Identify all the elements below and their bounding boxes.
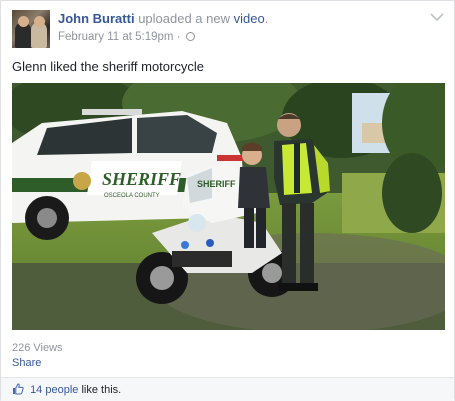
meta-separator: ·	[176, 31, 181, 43]
likes-summary: 14 people like this.	[12, 383, 121, 396]
post-header: John Buratti uploaded a new video. Febru…	[12, 10, 444, 48]
video-link[interactable]: video	[234, 11, 265, 26]
view-count: 226 Views	[12, 342, 63, 354]
likes-suffix: like this.	[81, 384, 122, 396]
likes-count-link[interactable]: 14 people	[30, 384, 78, 396]
vehicle-subtext: OSCEOLA COUNTY	[104, 193, 160, 199]
post-action-text: uploaded a new	[138, 11, 230, 26]
post-caption: Glenn liked the sheriff motorcycle	[12, 59, 204, 74]
headline-period: .	[264, 11, 269, 26]
post-card: John Buratti uploaded a new video. Febru…	[0, 0, 455, 401]
timestamp-link[interactable]: February 11 at 5:19pm	[58, 31, 174, 43]
globe-icon[interactable]	[185, 32, 195, 41]
video-player[interactable]: SHERIFF OSCEOLA COUNTY SHERIFF	[12, 83, 445, 330]
video-frame: SHERIFF OSCEOLA COUNTY SHERIFF	[12, 83, 445, 330]
share-link[interactable]: Share	[12, 357, 41, 369]
chevron-down-icon[interactable]	[430, 12, 444, 22]
likes-bar: 14 people like this.	[1, 377, 454, 401]
post-headline: John Buratti uploaded a new video.	[58, 11, 268, 26]
vehicle-text: SHERIFF	[102, 169, 181, 189]
avatar[interactable]	[12, 10, 50, 48]
author-name-link[interactable]: John Buratti	[58, 11, 135, 26]
post-meta: February 11 at 5:19pm ·	[58, 31, 195, 43]
thumbs-up-icon[interactable]	[12, 383, 24, 395]
svg-text:SHERIFF: SHERIFF	[197, 179, 236, 189]
